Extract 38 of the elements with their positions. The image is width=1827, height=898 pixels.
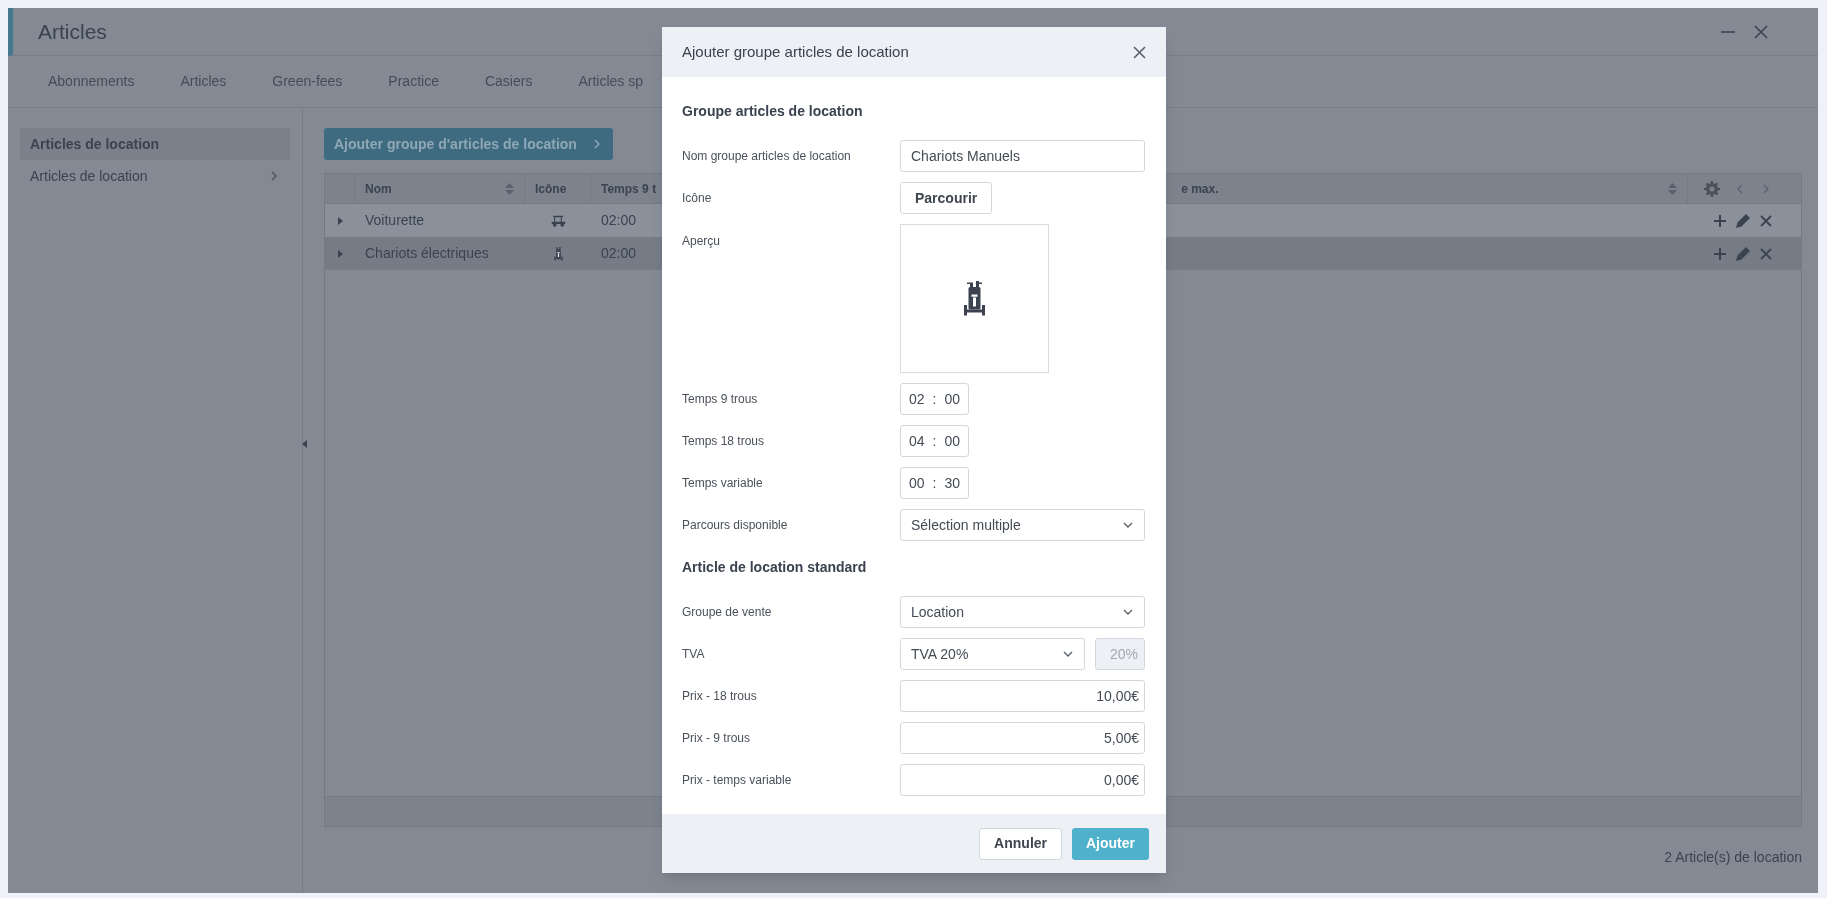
time-separator: : [932,473,937,493]
select-value: Location [911,602,964,622]
field-label: Prix - 18 trous [682,688,758,705]
field-label: TVA [682,646,706,663]
section-title: Article de location standard [682,558,868,577]
table-cell-text: 02:00 [600,211,638,230]
field-label: Groupe de vente [682,604,773,621]
field-label: Nom groupe articles de location [682,148,852,165]
field-label: Icône [682,190,713,207]
hours-value: 02 [909,389,925,409]
rate-field: 20% [1095,638,1145,670]
field-label: Temps 9 trous [682,391,759,408]
column-header: Nom [365,180,392,198]
table-cell-text: 02:00 [600,244,638,263]
select-value: Sélection multiple [911,515,1021,535]
hours-value: 04 [909,431,925,451]
minutes-value: 30 [944,473,960,493]
field-label: Prix - temps variable [682,772,793,789]
field-label: Temps 18 trous [682,433,766,450]
column-header: Icône [535,180,567,198]
article-count: 2 Article(s) de location [1664,848,1802,867]
column-header: e max. [1181,180,1219,198]
window-title: Articles [38,18,108,45]
field-label: Temps variable [682,475,764,492]
table-cell-text: Chariots électriques [364,244,490,263]
hours-value: 00 [909,473,925,493]
field-label: Aperçu [682,233,722,250]
minutes-value: 00 [944,389,960,409]
section-title: Groupe articles de location [682,102,864,121]
select-value: TVA 20% [911,644,969,664]
minutes-value: 00 [944,431,960,451]
time-separator: : [932,389,937,409]
time-separator: : [932,431,937,451]
column-header: Temps 9 t [601,180,657,198]
dialog-title: Ajouter groupe articles de location [682,41,909,62]
field-label: Prix - 9 trous [682,730,751,747]
table-cell-text: Voiturette [364,211,426,230]
field-label: Parcours disponible [682,517,789,534]
